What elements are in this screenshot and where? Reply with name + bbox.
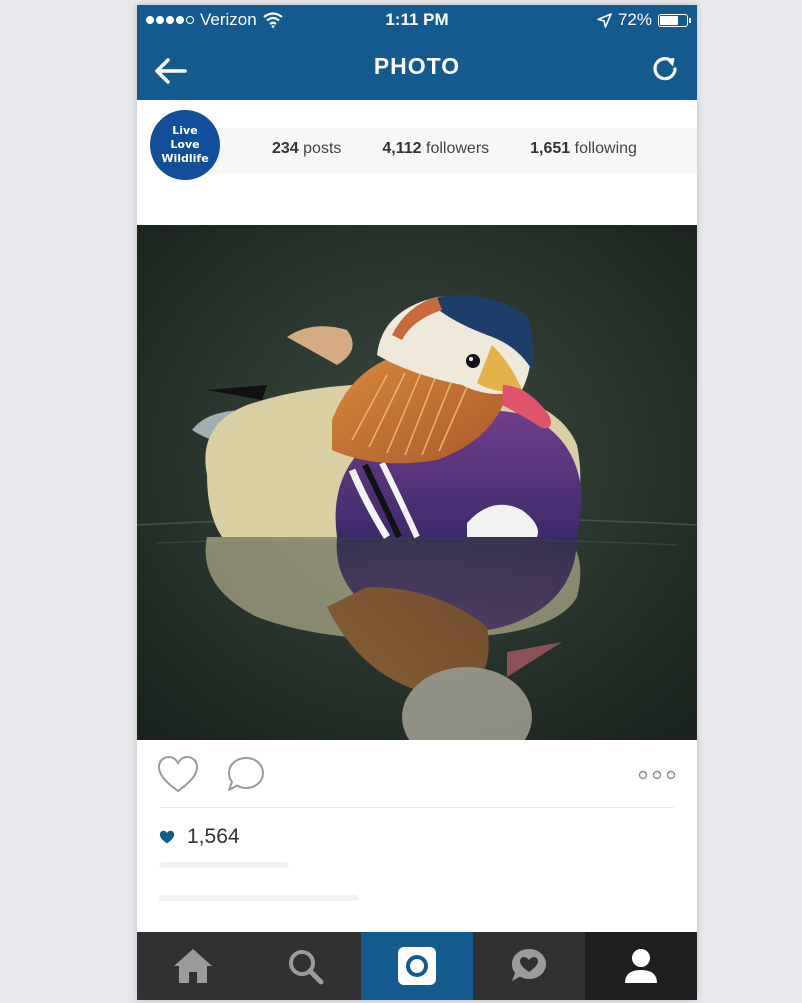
caption-placeholder <box>159 895 359 901</box>
following-count: 1,651 <box>530 140 571 157</box>
refresh-icon <box>653 57 677 81</box>
camera-icon <box>398 947 436 985</box>
caption-placeholder <box>159 862 289 868</box>
followers-stat[interactable]: 4,112 followers <box>382 140 489 158</box>
more-options-button[interactable] <box>637 765 677 785</box>
likes-count: 1,564 <box>187 825 240 848</box>
refresh-button[interactable] <box>647 51 683 87</box>
location-arrow-icon <box>597 12 612 28</box>
battery-percent: 72% <box>617 10 652 29</box>
phone-screen: Verizon 1:11 PM 72% PHOTO Live Love Wild… <box>137 5 697 1000</box>
following-label: following <box>574 140 637 157</box>
profile-summary: Live Love Wildlife 234 posts 4,112 follo… <box>137 100 697 225</box>
actions-divider <box>160 807 674 808</box>
avatar[interactable]: Live Love Wildlife <box>150 110 220 180</box>
profile-icon <box>625 949 657 983</box>
comment-button[interactable] <box>225 755 267 795</box>
posts-label: posts <box>303 140 342 157</box>
tab-camera[interactable] <box>361 932 473 1000</box>
more-dots-icon <box>638 770 676 780</box>
tab-home[interactable] <box>137 932 249 1000</box>
status-bar: Verizon 1:11 PM 72% <box>137 5 697 35</box>
battery-icon <box>658 13 691 27</box>
heart-filled-icon <box>159 830 175 843</box>
page-title: PHOTO <box>373 53 461 79</box>
top-bar: Verizon 1:11 PM 72% PHOTO <box>137 5 697 100</box>
status-right: 72% <box>597 5 691 35</box>
followers-label: followers <box>426 140 490 157</box>
home-icon <box>174 949 212 983</box>
avatar-text-line: Love <box>170 138 200 151</box>
like-button[interactable] <box>157 755 199 795</box>
post-photo[interactable] <box>137 225 697 740</box>
likes-row[interactable]: 1,564 <box>159 825 240 849</box>
comment-bubble-icon <box>228 757 264 791</box>
tab-activity[interactable] <box>473 932 585 1000</box>
profile-stats: 234 posts 4,112 followers 1,651 followin… <box>272 140 678 158</box>
post-actions <box>137 740 697 812</box>
avatar-text-line: Live <box>172 124 198 137</box>
battery-fill <box>660 15 678 25</box>
posts-count: 234 <box>272 140 299 157</box>
following-stat[interactable]: 1,651 following <box>530 140 637 158</box>
tab-bar <box>137 932 697 1000</box>
avatar-text-line: Wildlife <box>161 152 209 165</box>
duck-photo-illustration <box>137 225 697 740</box>
activity-heart-icon <box>512 949 546 981</box>
search-icon <box>289 950 324 985</box>
tab-search[interactable] <box>249 932 361 1000</box>
posts-stat[interactable]: 234 posts <box>272 140 341 158</box>
heart-outline-icon <box>157 755 199 793</box>
tab-profile[interactable] <box>585 932 697 1000</box>
followers-count: 4,112 <box>382 140 422 157</box>
